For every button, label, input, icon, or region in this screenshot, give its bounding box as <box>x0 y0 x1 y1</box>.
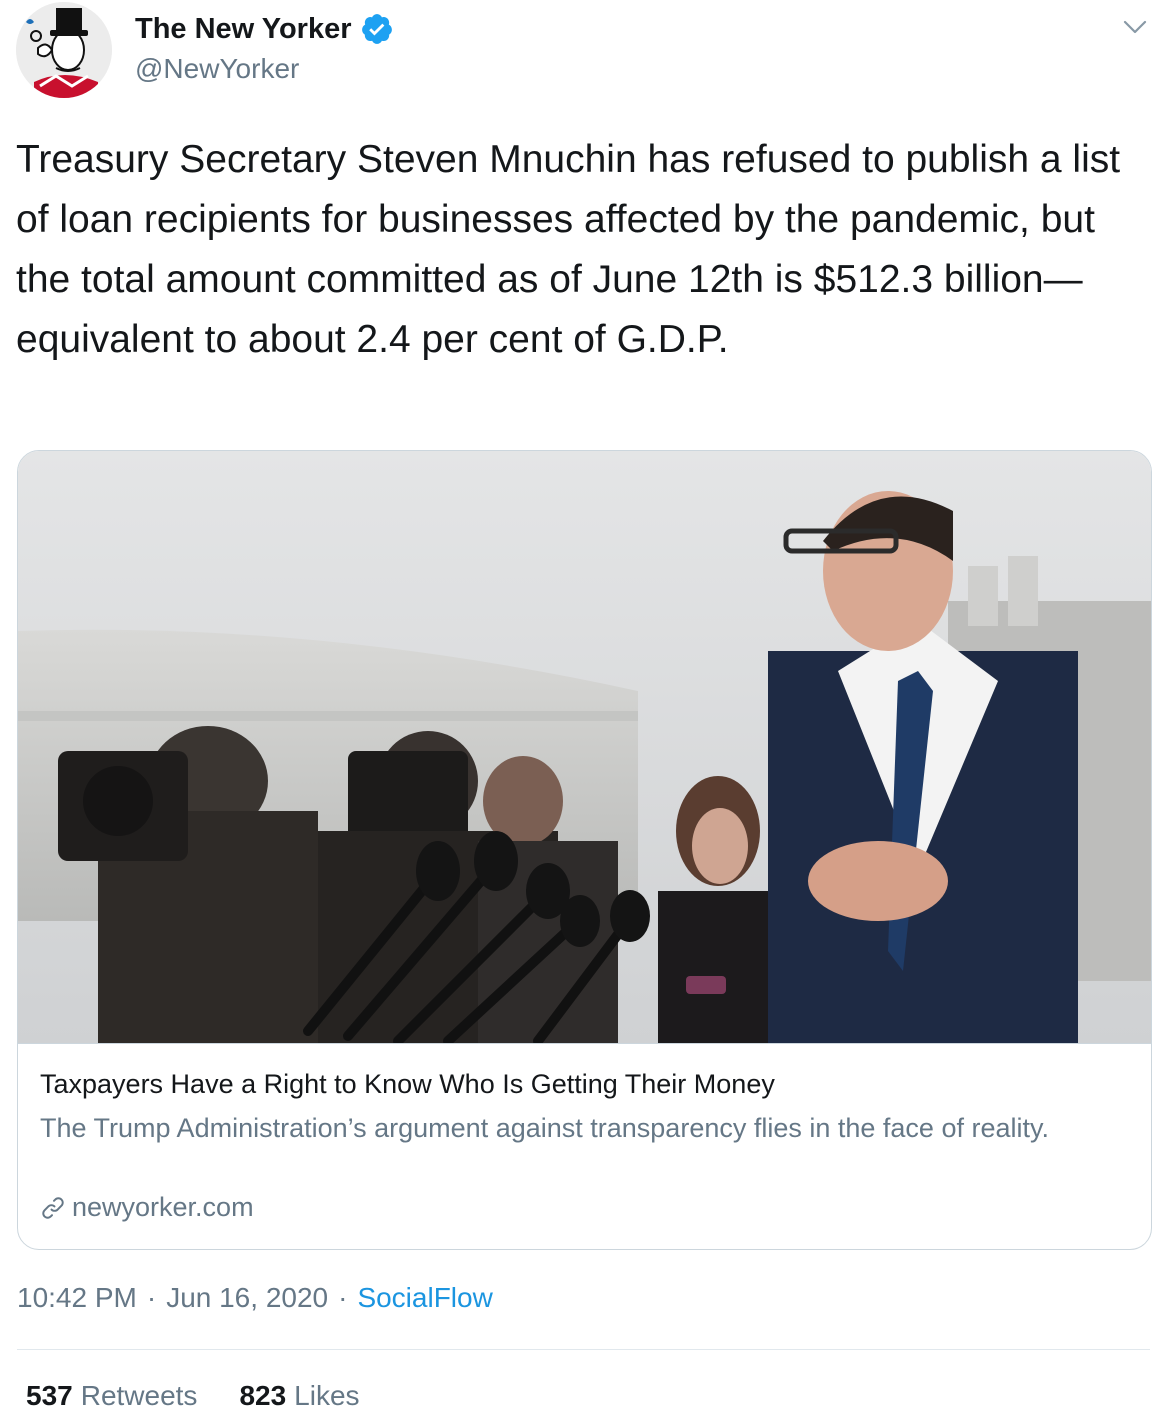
tweet-meta: 10:42 PM · Jun 16, 2020 · SocialFlow <box>17 1282 493 1314</box>
retweets-label: Retweets <box>80 1380 198 1411</box>
verified-badge-icon <box>361 14 392 44</box>
tweet-time[interactable]: 10:42 PM <box>17 1282 137 1314</box>
likes-label: Likes <box>294 1380 360 1411</box>
link-card[interactable]: Taxpayers Have a Right to Know Who Is Ge… <box>17 450 1152 1250</box>
card-body: Taxpayers Have a Right to Know Who Is Ge… <box>18 1043 1151 1249</box>
tweet-text: Treasury Secretary Steven Mnuchin has re… <box>16 138 1131 361</box>
tweet-stats: 537 Retweets 823 Likes <box>26 1380 360 1412</box>
tweet-source-link[interactable]: SocialFlow <box>357 1282 492 1314</box>
card-description: The Trump Administration’s argument agai… <box>40 1113 1049 1143</box>
tweet-date[interactable]: Jun 16, 2020 <box>166 1282 328 1314</box>
article-photo <box>18 451 1151 1043</box>
display-name[interactable]: The New Yorker <box>135 13 352 46</box>
tweet: The New Yorker @NewYorker Treasury Secre… <box>0 0 1173 1419</box>
meta-separator: · <box>146 1282 157 1313</box>
card-domain: newyorker.com <box>40 1192 254 1223</box>
likes-stat[interactable]: 823 Likes <box>239 1380 359 1412</box>
likes-count: 823 <box>239 1380 287 1411</box>
meta-separator: · <box>338 1282 348 1313</box>
card-domain-label: newyorker.com <box>72 1192 254 1222</box>
handle[interactable]: @NewYorker <box>135 53 299 85</box>
name-row: The New Yorker <box>135 12 394 46</box>
retweets-stat[interactable]: 537 Retweets <box>26 1380 197 1412</box>
link-icon <box>42 1196 64 1219</box>
divider <box>17 1349 1150 1350</box>
eustace-tilley-logo <box>16 2 112 98</box>
retweets-count: 537 <box>26 1380 73 1411</box>
card-title: Taxpayers Have a Right to Know Who Is Ge… <box>40 1069 775 1099</box>
chevron-down-icon[interactable] <box>1120 12 1150 42</box>
avatar[interactable] <box>16 2 112 98</box>
